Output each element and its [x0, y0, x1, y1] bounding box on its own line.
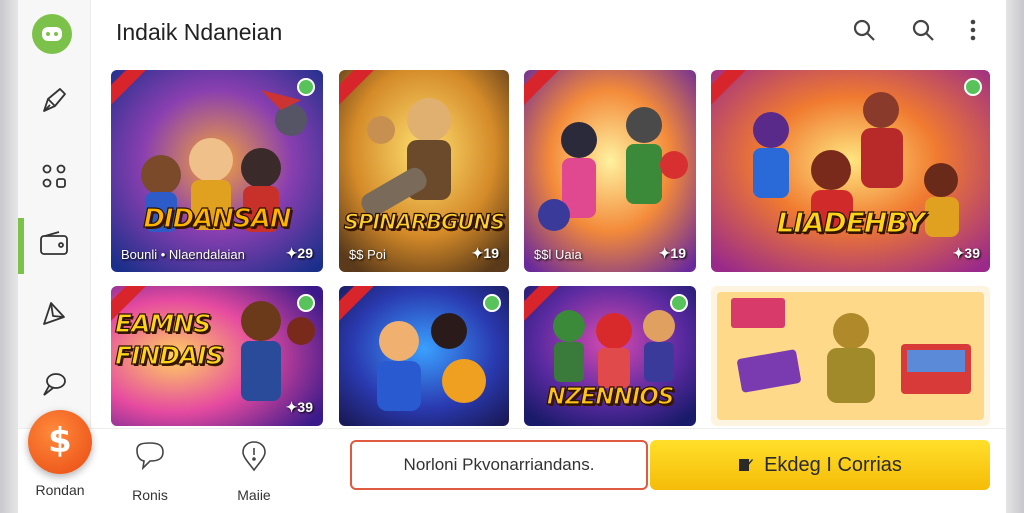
sidebar-item-send[interactable]: [30, 292, 78, 340]
search-icon: [910, 17, 936, 48]
more-button[interactable]: [957, 16, 989, 48]
dollar-icon: $: [43, 420, 77, 465]
sidebar-item-pen[interactable]: [30, 78, 78, 126]
game-card[interactable]: LIADEHBY ✦39: [711, 70, 990, 272]
edit-icon: [739, 459, 754, 471]
wallet-icon: [38, 229, 70, 264]
game-card-artwork: [339, 70, 509, 272]
verified-badge: [483, 294, 501, 312]
search-button[interactable]: [848, 16, 880, 48]
game-card-artwork: [524, 70, 696, 272]
card-subtitle: Bounli • Nlaendalaian: [121, 247, 245, 262]
game-card[interactable]: [339, 286, 509, 426]
nav-item-rondan[interactable]: Rondan: [30, 482, 90, 498]
sidebar-item-grid[interactable]: [30, 154, 78, 202]
game-card[interactable]: SPINARBGUNS $$ Poi ✦19: [339, 70, 509, 272]
svg-text:$: $: [48, 421, 72, 460]
app-window: Indaik Ndaneian DIDANSAN Bounli • Nlaend…: [18, 0, 1006, 513]
more-vertical-icon: [969, 18, 977, 47]
game-card-artwork: [711, 70, 990, 272]
nav-item-ronis[interactable]: Ronis: [120, 440, 180, 503]
send-icon: [39, 299, 69, 334]
game-card-artwork: [111, 70, 323, 272]
search-icon: [851, 17, 877, 48]
primary-action-label: Ekdeg I Corrias: [764, 453, 902, 476]
verified-badge: [964, 78, 982, 96]
nav-item-maiie[interactable]: Maiie: [224, 440, 284, 503]
card-price: ✦19: [471, 245, 499, 261]
verified-badge: [670, 294, 688, 312]
pen-icon: [39, 85, 69, 120]
card-title: SPINARBGUNS: [343, 209, 506, 234]
card-subtitle: $$ Poi: [349, 247, 386, 262]
grid-icon: [39, 161, 69, 196]
sidebar-active-indicator: [18, 218, 24, 274]
nav-label: Rondan: [35, 482, 85, 498]
game-card[interactable]: NZENNIOS: [524, 286, 696, 426]
game-card[interactable]: EAMNS FINDAIS ✦39: [111, 286, 323, 426]
card-title: EAMNS FINDAIS: [114, 308, 224, 370]
card-subtitle: $$l Uaia: [534, 247, 582, 262]
nav-label: Maiie: [237, 487, 271, 503]
game-card-artwork: [711, 286, 990, 426]
game-card[interactable]: $$l Uaia ✦19: [524, 70, 696, 272]
card-title: LIADEHBY: [776, 205, 926, 239]
card-title: NZENNIOS: [546, 383, 675, 410]
card-price: ✦39: [285, 399, 313, 415]
card-price: ✦29: [285, 245, 313, 261]
gamepad-logo-icon[interactable]: [32, 14, 72, 54]
pin-icon: [238, 440, 270, 477]
card-title: DIDANSAN: [143, 203, 293, 234]
verified-badge: [297, 294, 315, 312]
search-alt-button[interactable]: [907, 16, 939, 48]
verified-badge: [297, 78, 315, 96]
card-price: ✦19: [658, 245, 686, 261]
speech-bubble-icon: [132, 440, 168, 477]
sidebar-item-chat[interactable]: [30, 362, 78, 410]
chat-icon: [39, 369, 69, 404]
game-card[interactable]: DIDANSAN Bounli • Nlaendalaian ✦29: [111, 70, 323, 272]
page-title: Indaik Ndaneian: [116, 19, 283, 45]
game-card[interactable]: [711, 286, 990, 426]
primary-action-button[interactable]: Ekdeg I Corrias: [650, 440, 990, 490]
card-price: ✦39: [952, 245, 980, 261]
sidebar-item-wallet[interactable]: [30, 222, 78, 270]
dollar-button[interactable]: $: [28, 410, 92, 474]
search-input[interactable]: Norloni Pkvonarriandans.: [350, 440, 648, 490]
nav-label: Ronis: [132, 487, 168, 503]
